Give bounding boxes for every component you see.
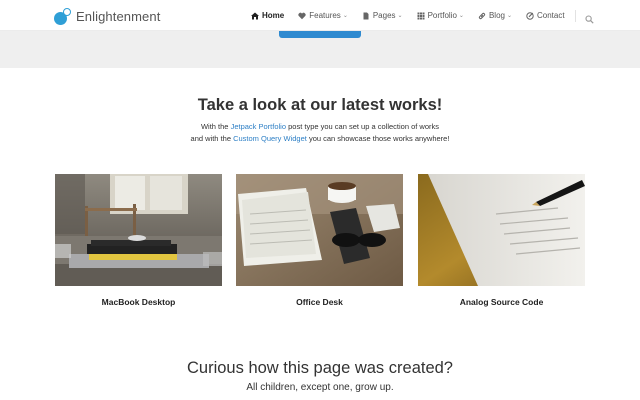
logo-icon (54, 7, 71, 25)
desc-text: With the (200, 122, 231, 131)
portfolio-card[interactable]: MacBook Desktop (55, 174, 222, 307)
search-icon[interactable] (585, 11, 595, 24)
nav-label: Home (262, 11, 285, 20)
site-logo[interactable]: Enlightenment (54, 6, 160, 26)
curious-title: Curious how this page was created? (187, 359, 453, 377)
hero-band (0, 31, 640, 68)
portfolio-card[interactable]: Office Desk (236, 174, 403, 307)
chevron-down-icon: ⌄ (397, 13, 403, 19)
nav-item-contact[interactable]: Contact (526, 11, 565, 20)
works-description: With the Jetpack Portfolio post type you… (0, 121, 640, 145)
card-title[interactable]: Office Desk (236, 297, 403, 307)
main-nav: Home Features ⌄ Pages ⌄ Portfolio ⌄ Blog… (251, 0, 595, 31)
grid-icon (417, 12, 425, 20)
desc-text: you can showcase those works anywhere! (306, 134, 450, 143)
card-title[interactable]: MacBook Desktop (55, 297, 222, 307)
chevron-down-icon: ⌄ (506, 13, 512, 19)
chevron-down-icon: ⌄ (458, 13, 464, 19)
works-title: Take a look at our latest works! (197, 96, 443, 114)
hero-button[interactable] (279, 31, 361, 38)
nav-item-home[interactable]: Home (251, 11, 284, 20)
page-icon (362, 12, 370, 20)
curious-subtitle: All children, except one, grow up. (246, 382, 394, 393)
macbook-desktop-image[interactable] (55, 174, 222, 286)
nav-label: Features (309, 11, 341, 20)
nav-label: Portfolio (427, 11, 457, 20)
nav-item-portfolio[interactable]: Portfolio ⌄ (417, 11, 464, 20)
desc-text: post type you can set up a collection of… (286, 122, 440, 131)
desc-text: and with the (190, 134, 234, 143)
custom-query-widget-link[interactable]: Custom Query Widget (233, 134, 307, 143)
heart-icon (298, 12, 306, 20)
jetpack-portfolio-link[interactable]: Jetpack Portfolio (231, 122, 286, 131)
nav-item-features[interactable]: Features ⌄ (298, 11, 348, 20)
nav-item-pages[interactable]: Pages ⌄ (362, 11, 403, 20)
chevron-down-icon: ⌄ (342, 13, 348, 19)
edit-icon (526, 11, 534, 20)
nav-item-blog[interactable]: Blog ⌄ (478, 11, 512, 20)
portfolio-card[interactable]: Analog Source Code (418, 174, 585, 307)
nav-label: Blog (488, 11, 505, 20)
nav-label: Contact (537, 11, 565, 20)
analog-source-code-image[interactable] (418, 174, 585, 286)
link-icon (478, 12, 486, 20)
nav-label: Pages (372, 11, 396, 20)
card-title[interactable]: Analog Source Code (418, 297, 585, 307)
logo-text[interactable]: Enlightenment (76, 9, 160, 24)
office-desk-image[interactable] (236, 174, 403, 286)
site-header: Enlightenment Home Features ⌄ Pages ⌄ Po… (0, 0, 640, 31)
home-icon (251, 12, 259, 20)
nav-divider (574, 9, 576, 22)
